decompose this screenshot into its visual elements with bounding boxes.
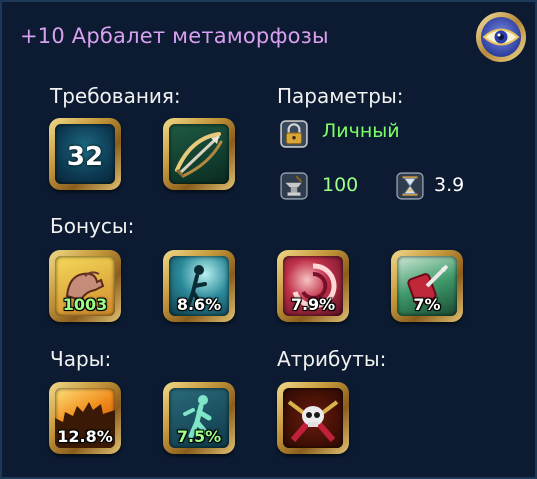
requirements-label: Требования: (50, 84, 181, 108)
bonus-value-3: 7.9% (290, 295, 336, 314)
required-level-value: 32 (66, 142, 104, 172)
attribute-slot-1[interactable] (277, 382, 349, 454)
bonus-slot-4[interactable]: 7% (391, 250, 463, 322)
bonus-value-4: 7% (413, 295, 441, 314)
enchant-value-2: 7.5% (176, 427, 222, 446)
bonus-value-1: 1003 (62, 295, 108, 314)
speed-value: 3.9 (434, 174, 465, 196)
attributes-label: Атрибуты: (277, 347, 387, 371)
enchant-slot-2[interactable]: 7.5% (163, 382, 235, 454)
item-tooltip-panel: +10 Арбалет метаморфозы Требования: 32 П… (0, 0, 537, 479)
required-weapon-slot[interactable] (163, 118, 235, 190)
hourglass-icon (396, 172, 424, 200)
enchant-slot-1[interactable]: 12.8% (49, 382, 121, 454)
crossbow-icon (175, 132, 223, 178)
bonus-slot-2[interactable]: 8.6% (163, 250, 235, 322)
enchant-value-1: 12.8% (57, 427, 113, 446)
bonus-slot-1[interactable]: 1003 (49, 250, 121, 322)
skull-weapon-icon (287, 400, 339, 442)
required-level-slot[interactable]: 32 (49, 118, 121, 190)
item-title: +10 Арбалет метаморфозы (20, 24, 329, 48)
enchants-label: Чары: (50, 347, 112, 371)
eye-icon (476, 12, 526, 62)
lock-icon (280, 120, 308, 148)
inspect-eye-button[interactable] (474, 10, 528, 64)
parameters-label: Параметры: (277, 84, 404, 108)
bonuses-label: Бонусы: (50, 214, 135, 238)
bonus-slot-3[interactable]: 7.9% (277, 250, 349, 322)
anvil-icon (280, 172, 308, 200)
bonus-value-2: 8.6% (176, 295, 222, 314)
binding-value: Личный (322, 120, 400, 142)
durability-value: 100 (322, 174, 359, 196)
